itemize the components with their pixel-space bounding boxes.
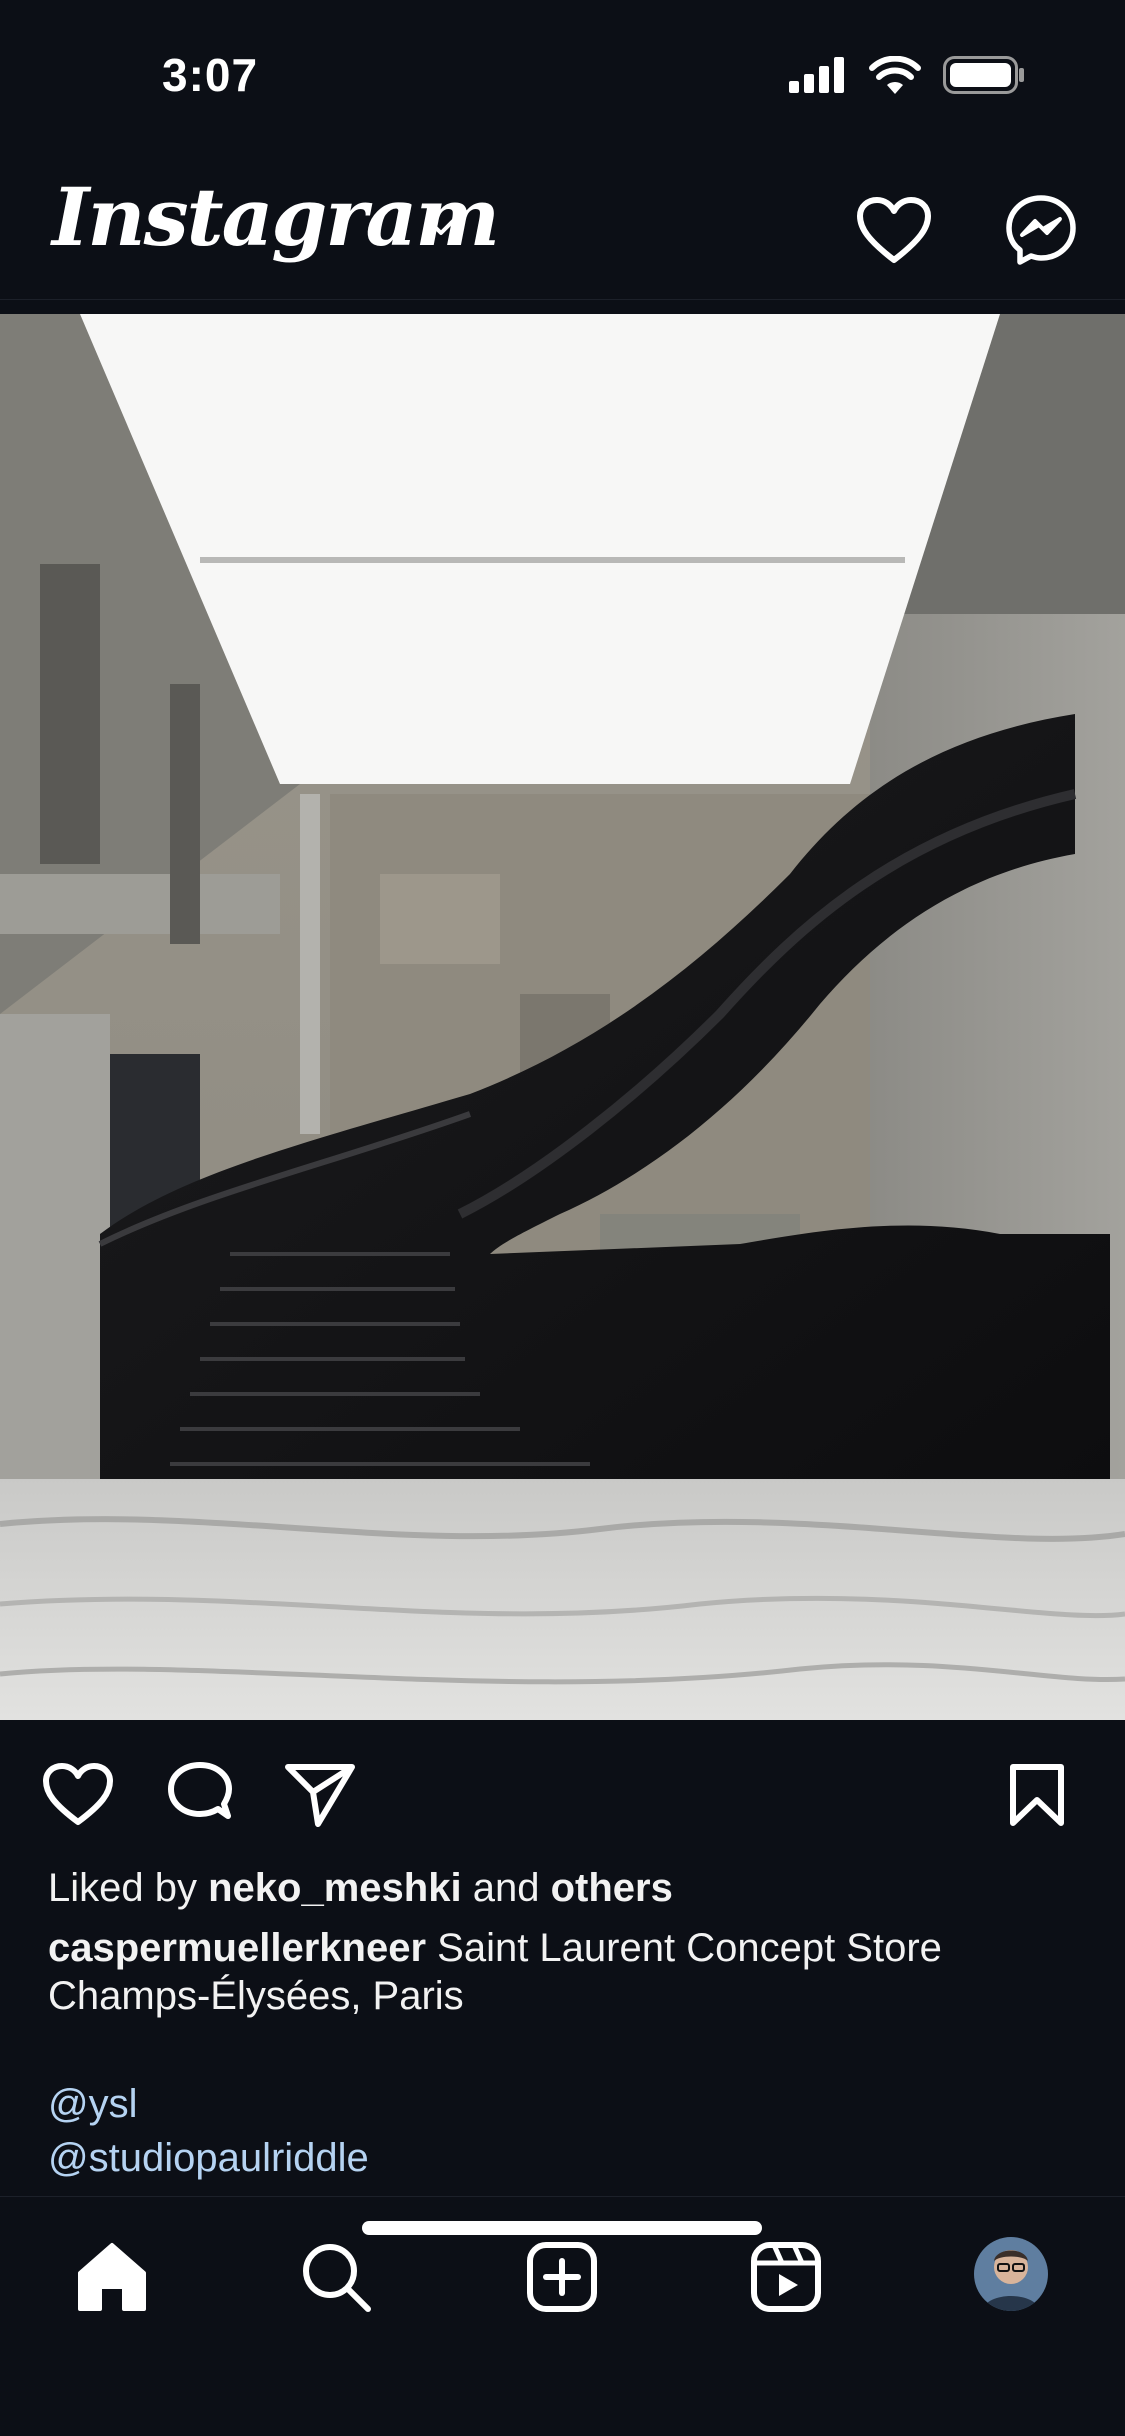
post-actions bbox=[0, 1720, 1125, 1870]
post-image[interactable] bbox=[0, 314, 1125, 1720]
heart-icon[interactable] bbox=[856, 196, 932, 266]
status-bar: 3:07 bbox=[0, 0, 1125, 150]
comment-icon[interactable] bbox=[164, 1762, 236, 1828]
share-icon[interactable] bbox=[284, 1762, 356, 1828]
app-header: Instagram bbox=[0, 150, 1125, 300]
search-icon[interactable] bbox=[296, 2237, 376, 2317]
profile-avatar[interactable] bbox=[974, 2237, 1048, 2311]
like-icon[interactable] bbox=[42, 1762, 114, 1828]
caption-username[interactable]: caspermuellerkneer bbox=[48, 1926, 426, 1970]
save-icon[interactable] bbox=[1008, 1762, 1066, 1828]
signal-icon bbox=[789, 57, 844, 93]
liked-by-others[interactable]: others bbox=[551, 1866, 673, 1910]
chevron-down-icon[interactable] bbox=[424, 216, 458, 238]
messenger-icon[interactable] bbox=[1005, 194, 1077, 266]
battery-icon bbox=[943, 56, 1024, 94]
wifi-icon bbox=[869, 56, 921, 94]
staircase-photo bbox=[0, 314, 1125, 1720]
status-time: 3:07 bbox=[162, 49, 259, 101]
status-icons bbox=[789, 56, 1025, 94]
liked-by-prefix: Liked by bbox=[48, 1866, 197, 1910]
reels-icon[interactable] bbox=[746, 2237, 826, 2317]
liked-by-user[interactable]: neko_meshki bbox=[208, 1866, 461, 1910]
home-indicator[interactable] bbox=[362, 2221, 762, 2235]
liked-by-and: and bbox=[472, 1866, 540, 1910]
mention-link[interactable]: @ysl bbox=[48, 2082, 138, 2127]
new-post-icon[interactable] bbox=[522, 2237, 602, 2317]
mention-link[interactable]: @studiopaulriddle bbox=[48, 2136, 369, 2181]
avatar-image bbox=[974, 2237, 1048, 2311]
home-icon[interactable] bbox=[72, 2237, 152, 2317]
post-caption: caspermuellerkneer Saint Laurent Concept… bbox=[48, 1924, 1088, 2020]
liked-by: Liked by neko_meshki and others bbox=[48, 1866, 673, 1911]
instagram-feed-screen: 3:07 Instagram Liked by neko_meshki and … bbox=[0, 0, 1125, 2436]
